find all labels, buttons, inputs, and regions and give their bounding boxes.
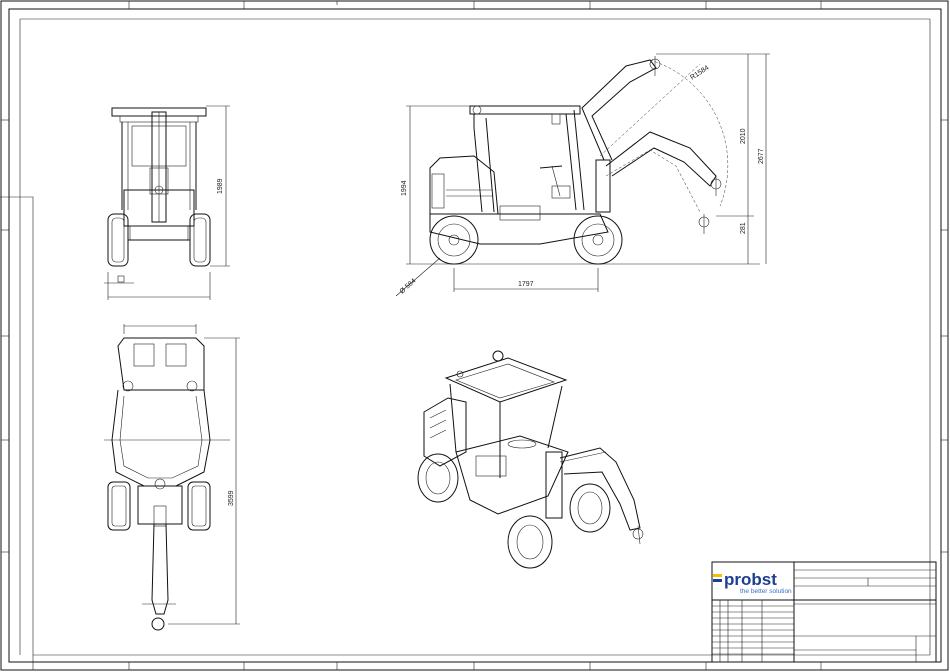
side-view bbox=[395, 53, 770, 297]
top-view bbox=[104, 324, 240, 631]
front-height-dimension: 1989 bbox=[217, 178, 224, 194]
probst-logo: probst the better solution bbox=[713, 570, 792, 595]
logo-tagline: the better solution bbox=[740, 588, 792, 595]
logo-accent-bar-top bbox=[713, 574, 722, 577]
ground-clearance-dimension: 281 bbox=[740, 222, 747, 234]
arm-radius-dimension: R1584 bbox=[689, 65, 710, 82]
wheel-diameter-dimension: Ø 584 bbox=[399, 277, 418, 295]
logo-accent-bar-bottom bbox=[713, 579, 722, 582]
side-height-dimension: 1994 bbox=[401, 180, 408, 196]
sheet-border bbox=[0, 0, 949, 671]
front-view bbox=[104, 105, 230, 300]
isometric-view bbox=[417, 350, 644, 569]
wheelbase-dimension: 1797 bbox=[518, 281, 534, 288]
technical-drawing-sheet: 1989 1994 2010 2677 R1584 Ø 584 1797 281… bbox=[0, 0, 949, 671]
reach-height-dimension: 2677 bbox=[758, 148, 765, 164]
top-length-dimension: 3599 bbox=[228, 490, 235, 506]
arm-height-dimension: 2010 bbox=[740, 128, 747, 144]
logo-wordmark: probst bbox=[724, 570, 777, 589]
